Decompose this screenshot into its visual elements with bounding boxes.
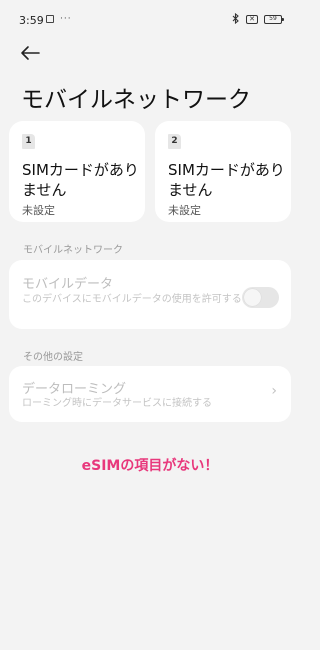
- section-label-other-settings: その他の設定: [23, 352, 83, 363]
- data-roaming-title: データローミング: [22, 382, 127, 397]
- sim-card-2-status: 未設定: [168, 204, 201, 217]
- bluetooth-icon: [232, 12, 240, 26]
- square-notification-icon: [46, 15, 54, 23]
- status-bar: 3:59 ··· ✕ 59: [0, 0, 300, 40]
- more-dots-icon: ···: [60, 14, 72, 24]
- sim-card-1-status: 未設定: [22, 204, 55, 217]
- sim-card-1-title: SIMカードがありません: [22, 161, 139, 199]
- battery-level: 59: [269, 15, 277, 22]
- esim-missing-annotation: eSIMの項目がない！: [81, 458, 219, 474]
- section-label-mobile-network: モバイルネットワーク: [23, 245, 123, 256]
- sim-card-1[interactable]: 1 SIMカードがありません 未設定: [9, 121, 145, 222]
- mobile-data-toggle[interactable]: [242, 287, 279, 308]
- battery-icon: 59: [264, 15, 284, 24]
- sim-card-2[interactable]: 2 SIMカードがありません 未設定: [155, 121, 291, 222]
- status-left-icons: ···: [46, 14, 72, 24]
- toggle-knob: [244, 289, 261, 306]
- chevron-right-icon: ›: [271, 383, 277, 399]
- page-title: モバイルネットワーク: [21, 87, 251, 113]
- status-time: 3:59: [19, 14, 44, 27]
- sim-card-2-title: SIMカードがありません: [168, 161, 285, 199]
- data-roaming-row[interactable]: データローミング ローミング時にデータサービスに接続する ›: [9, 366, 291, 422]
- no-sim-icon: ✕: [246, 15, 258, 24]
- back-button[interactable]: [17, 40, 43, 66]
- sim-slot-2-icon: 2: [168, 134, 181, 149]
- status-right-icons: ✕ 59: [232, 12, 284, 26]
- sim-slot-1-icon: 1: [22, 134, 35, 149]
- data-roaming-subtitle: ローミング時にデータサービスに接続する: [22, 398, 212, 409]
- mobile-data-row[interactable]: モバイルデータ このデバイスにモバイルデータの使用を許可する: [9, 260, 291, 329]
- arrow-left-icon: [21, 46, 40, 60]
- mobile-data-subtitle: このデバイスにモバイルデータの使用を許可する: [22, 294, 242, 305]
- mobile-data-title: モバイルデータ: [22, 277, 114, 292]
